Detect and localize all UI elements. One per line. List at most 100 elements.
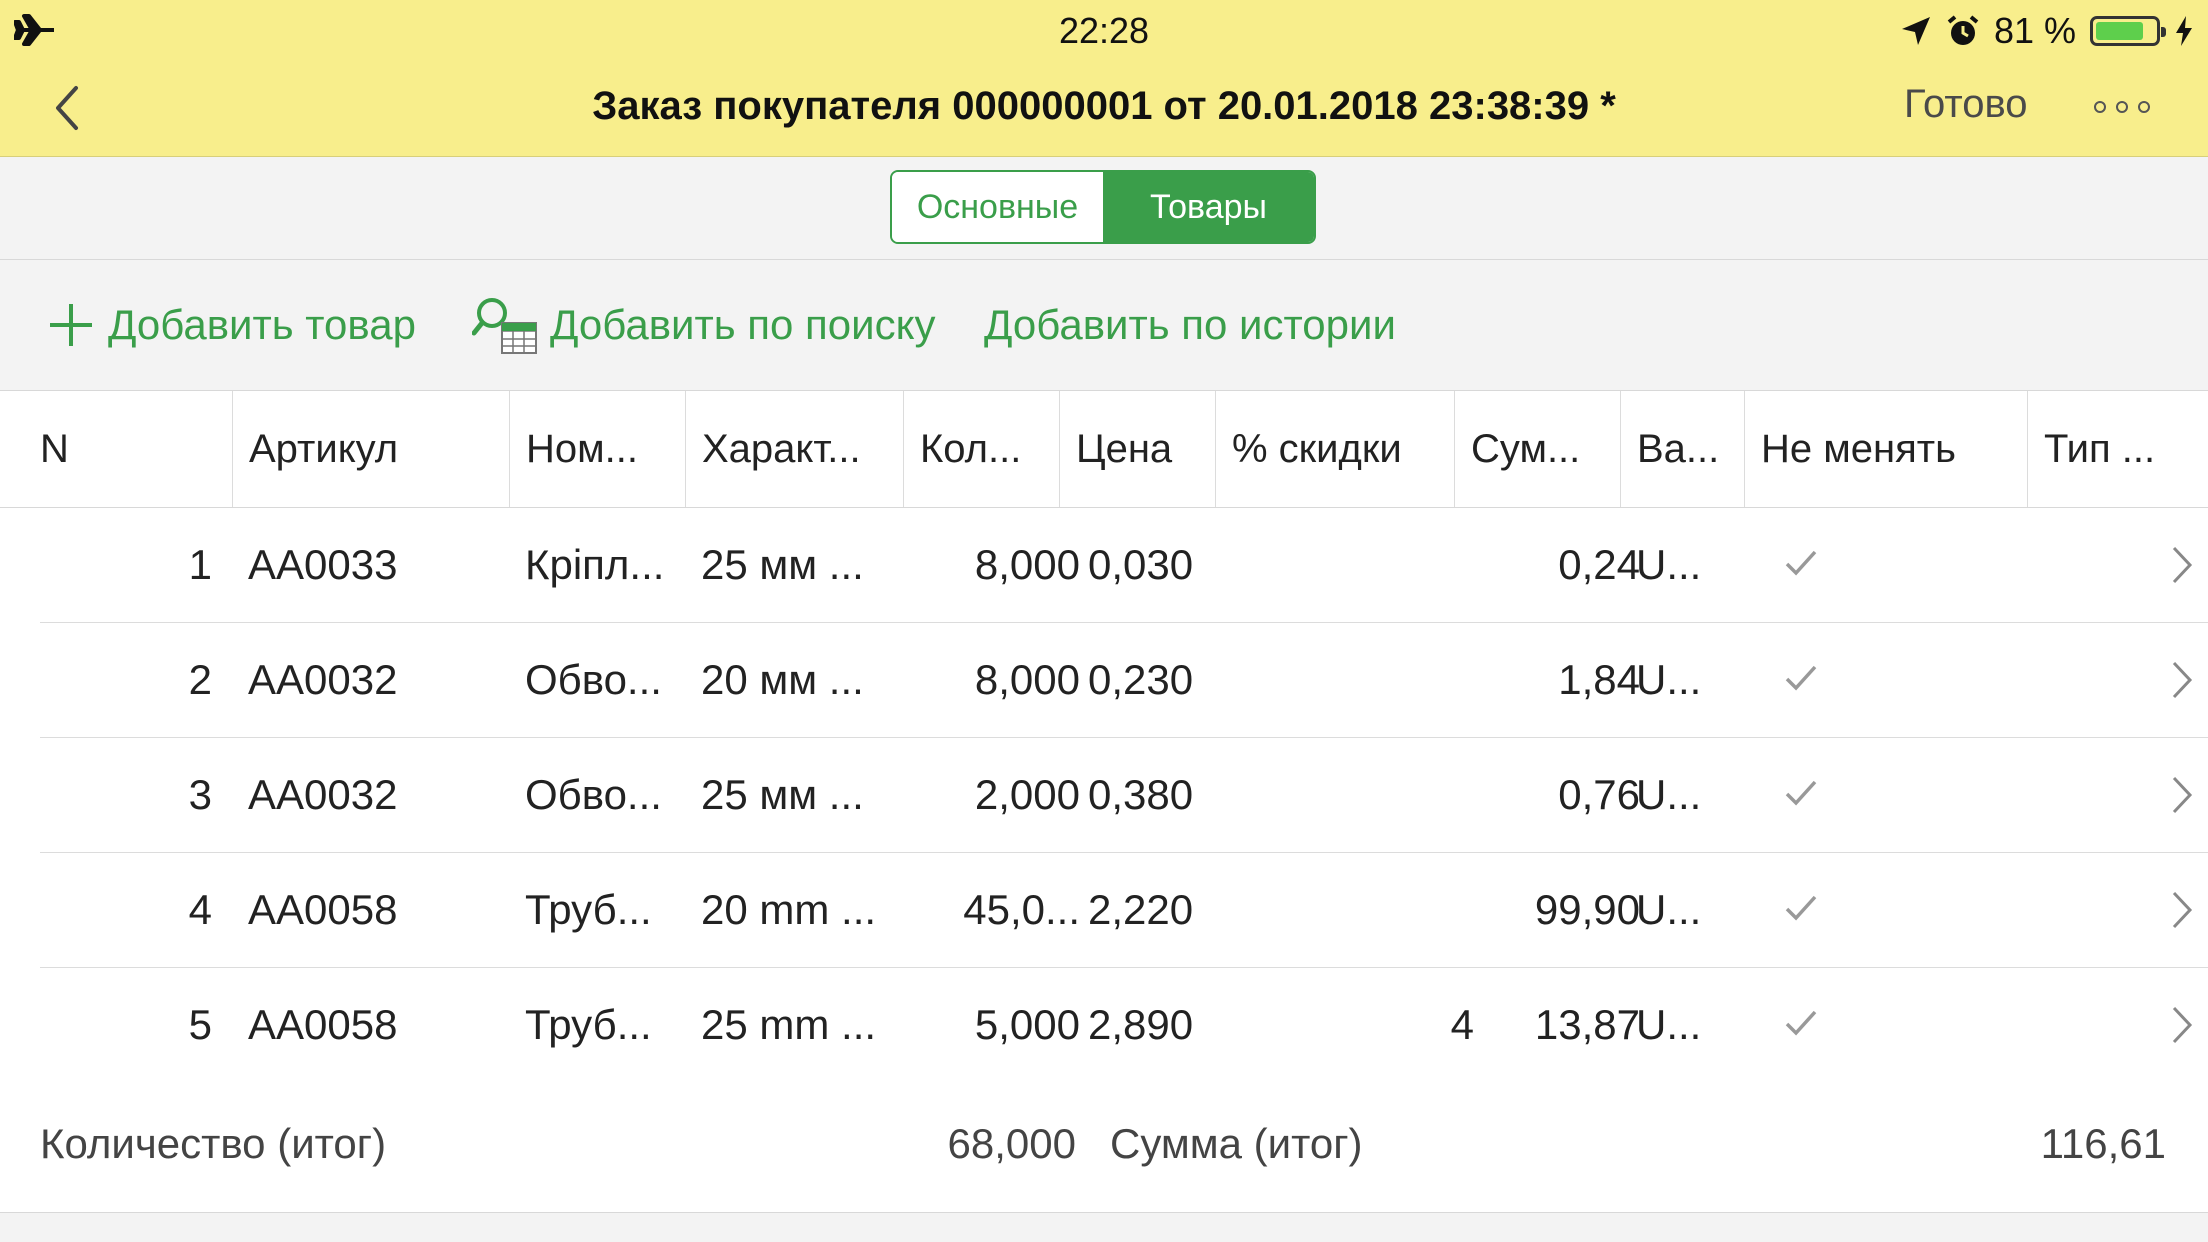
cell-name: Обво... — [525, 771, 662, 818]
column-header-sku[interactable]: Артикул — [232, 391, 509, 507]
top-bar: 22:28 81 % Заказ покупателя 000000001 от… — [0, 0, 2208, 157]
cell-sku: АА0058 — [248, 1001, 398, 1048]
bottom-strip — [0, 1213, 2208, 1242]
status-right: 81 % — [1900, 10, 2194, 52]
add-item-button[interactable]: Добавить товар — [46, 298, 416, 352]
cell-name: Кріпл... — [525, 541, 665, 588]
cell-price: 2,890 — [1088, 1001, 1194, 1048]
tab-goods[interactable]: Товары — [1103, 172, 1314, 242]
cell-sum: 0,76 — [1558, 771, 1640, 818]
chevron-right-icon[interactable] — [2170, 659, 2194, 701]
add-by-history-button[interactable]: Добавить по истории — [984, 298, 1396, 352]
cell-discount — [1230, 508, 1474, 622]
column-header-n[interactable]: N — [24, 391, 232, 507]
column-header-name[interactable]: Ном... — [509, 391, 685, 507]
column-header-type[interactable]: Тип ... — [2027, 391, 2208, 507]
table-row[interactable]: 2 АА0032 Обво... 20 мм ... 8,000 0,230 1… — [40, 623, 2208, 738]
cell-sku: АА0032 — [248, 656, 398, 703]
cell-sum: 0,24 — [1558, 541, 1640, 588]
cell-sku: АА0032 — [248, 771, 398, 818]
total-sum-value: 116,61 — [2040, 1120, 2166, 1167]
add-item-label: Добавить товар — [108, 301, 416, 348]
done-button[interactable]: Готово — [1904, 82, 2028, 127]
segmented-control: Основные Товары — [890, 170, 1316, 244]
cell-name: Труб... — [525, 1001, 652, 1048]
more-dot-icon — [2138, 101, 2150, 113]
check-icon — [1785, 550, 1817, 576]
total-quantity-value: 68,000 — [947, 1120, 1076, 1167]
cell-currency: U... — [1636, 541, 1702, 588]
alarm-icon — [1947, 15, 1979, 45]
charging-icon — [2176, 16, 2192, 46]
cell-sum: 99,90 — [1534, 886, 1640, 933]
add-by-search-label: Добавить по поиску — [550, 301, 936, 348]
column-header-characteristic[interactable]: Характ... — [685, 391, 903, 507]
cell-sku: АА0058 — [248, 886, 398, 933]
table-row[interactable]: 4 АА0058 Труб... 20 mm ... 45,0... 2,220… — [40, 853, 2208, 968]
table-row[interactable]: 5 АА0058 Труб... 25 mm ... 5,000 2,890 4… — [40, 968, 2208, 1083]
table-row[interactable]: 1 АА0033 Кріпл... 25 мм ... 8,000 0,030 … — [40, 508, 2208, 623]
table-row[interactable]: 3 АА0032 Обво... 25 мм ... 2,000 0,380 0… — [40, 738, 2208, 853]
check-icon — [1785, 1010, 1817, 1036]
add-by-history-label: Добавить по истории — [984, 301, 1396, 348]
command-bar: Добавить товар Добавить по поиску Добави… — [0, 260, 2208, 391]
cell-characteristic: 20 mm ... — [701, 886, 877, 933]
chevron-right-icon[interactable] — [2170, 774, 2194, 816]
cell-quantity: 2,000 — [974, 771, 1080, 818]
cell-characteristic: 25 mm ... — [701, 1001, 877, 1048]
cell-n: 1 — [188, 541, 212, 588]
cell-name: Обво... — [525, 656, 662, 703]
column-header-price[interactable]: Цена — [1059, 391, 1215, 507]
cell-quantity: 8,000 — [974, 541, 1080, 588]
plus-icon — [50, 304, 92, 346]
cell-n: 2 — [188, 656, 212, 703]
cell-currency: U... — [1636, 1001, 1702, 1048]
cell-discount — [1230, 623, 1474, 737]
more-dot-icon — [2094, 101, 2106, 113]
chevron-right-icon[interactable] — [2170, 1004, 2194, 1046]
cell-n: 5 — [188, 1001, 212, 1048]
cell-price: 2,220 — [1088, 886, 1194, 933]
check-icon — [1785, 665, 1817, 691]
cell-price: 0,380 — [1088, 771, 1194, 818]
cell-n: 4 — [188, 886, 212, 933]
more-button[interactable] — [2094, 96, 2160, 118]
battery-percent: 81 % — [1993, 10, 2076, 51]
cell-currency: U... — [1636, 656, 1702, 703]
cell-price: 0,230 — [1088, 656, 1194, 703]
cell-discount: 4 — [1450, 1001, 1474, 1048]
table-header: N Артикул Ном... Характ... Кол... Цена %… — [0, 391, 2208, 508]
cell-discount — [1230, 738, 1474, 852]
cell-quantity: 5,000 — [974, 1001, 1080, 1048]
total-sum-label: Сумма (итог) — [1110, 1120, 1363, 1167]
column-header-sum[interactable]: Сум... — [1454, 391, 1620, 507]
cell-price: 0,030 — [1088, 541, 1194, 588]
cell-quantity: 45,0... — [963, 886, 1080, 933]
battery-icon — [2090, 16, 2166, 46]
cell-characteristic: 25 мм ... — [701, 771, 864, 818]
chevron-right-icon[interactable] — [2170, 544, 2194, 586]
cell-currency: U... — [1636, 771, 1702, 818]
search-table-icon — [472, 298, 537, 354]
chevron-right-icon[interactable] — [2170, 889, 2194, 931]
page-title: Заказ покупателя 000000001 от 20.01.2018… — [592, 84, 1616, 128]
column-header-currency[interactable]: Ва... — [1620, 391, 1744, 507]
cell-currency: U... — [1636, 886, 1702, 933]
battery-tip — [2161, 27, 2166, 37]
status-time: 22:28 — [1058, 10, 1150, 51]
check-icon — [1785, 780, 1817, 806]
totals-bar: Количество (итог) 68,000 Сумма (итог) 11… — [0, 1082, 2208, 1213]
cell-sku: АА0033 — [248, 541, 398, 588]
column-header-quantity[interactable]: Кол... — [903, 391, 1059, 507]
cell-sum: 1,84 — [1558, 656, 1640, 703]
cell-quantity: 8,000 — [974, 656, 1080, 703]
cell-name: Труб... — [525, 886, 652, 933]
add-by-search-button[interactable]: Добавить по поиску — [472, 298, 936, 354]
tab-main[interactable]: Основные — [892, 172, 1103, 242]
column-header-discount[interactable]: % скидки — [1215, 391, 1454, 507]
column-header-keep[interactable]: Не менять — [1744, 391, 2027, 507]
cell-characteristic: 25 мм ... — [701, 541, 864, 588]
check-icon — [1785, 895, 1817, 921]
battery-fill — [2096, 22, 2143, 40]
cell-characteristic: 20 мм ... — [701, 656, 864, 703]
